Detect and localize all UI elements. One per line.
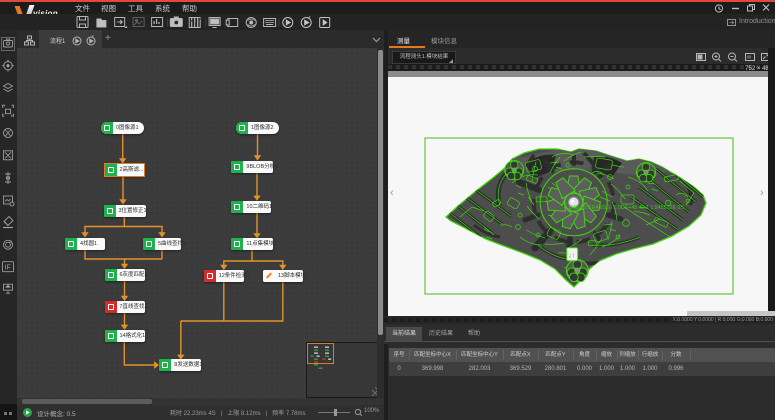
svg-text:‹: ‹ bbox=[390, 187, 394, 199]
svg-text:›: › bbox=[760, 187, 764, 199]
svg-text:IF: IF bbox=[5, 265, 11, 272]
svg-text:D45 1b:9 E45(5G) 6.0DE+45 40.1: D45 1b:9 E45(5G) 6.0DE+45 40.1 1.545532E… bbox=[569, 205, 684, 211]
svg-text:↓↑: ↓↑ bbox=[568, 253, 575, 260]
